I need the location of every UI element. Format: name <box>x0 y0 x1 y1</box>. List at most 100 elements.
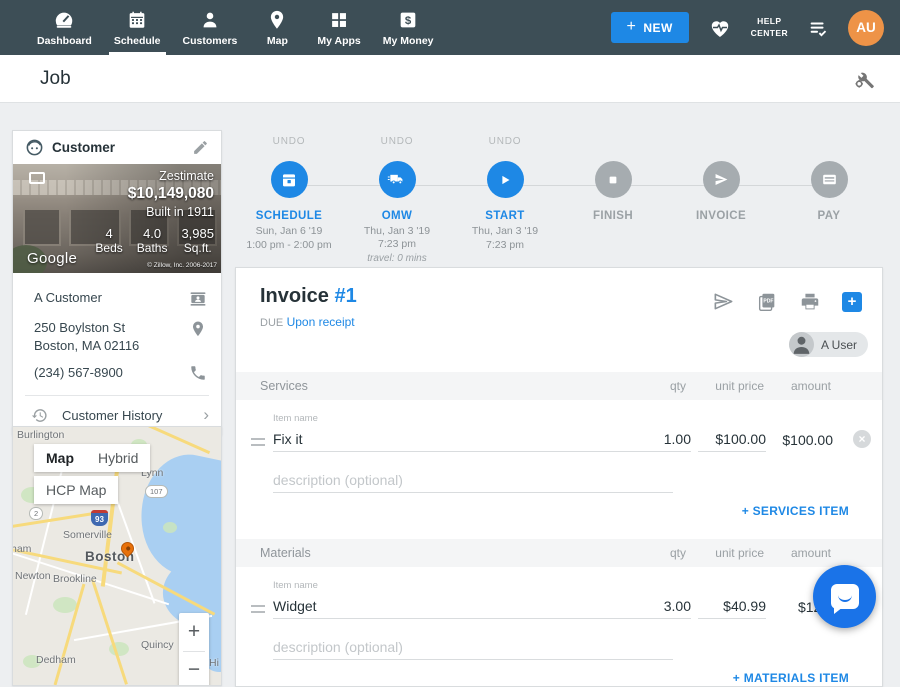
qty-column-header: qty <box>670 379 686 393</box>
invoice-step-label: INVOICE <box>696 210 746 222</box>
services-description-input[interactable] <box>273 467 673 493</box>
customer-name-row: A Customer <box>25 289 209 309</box>
map-zoom-control: + − <box>179 613 209 686</box>
unit-price-column-header: unit price <box>715 379 764 393</box>
built-year: Built in 1911 <box>128 204 214 220</box>
street-view-icon[interactable] <box>29 172 45 184</box>
services-header-label: Services <box>260 379 308 393</box>
nav-my-apps[interactable]: My Apps <box>306 0 371 55</box>
start-step-circle[interactable] <box>487 161 524 198</box>
due-value-link[interactable]: Upon receipt <box>287 315 355 329</box>
route-2-badge: 2 <box>29 507 43 520</box>
finish-step-circle[interactable] <box>595 161 632 198</box>
send-icon[interactable] <box>712 290 735 313</box>
map-label-burlington: Burlington <box>17 429 64 441</box>
zoom-in-button[interactable]: + <box>179 613 209 651</box>
materials-description-input[interactable] <box>273 634 673 660</box>
omw-step-circle[interactable] <box>379 161 416 198</box>
start-date: Thu, Jan 3 '19 <box>472 225 538 239</box>
map-label-dedham: Dedham <box>36 654 76 666</box>
phone-icon[interactable] <box>187 364 209 382</box>
due-label: DUE <box>260 317 283 329</box>
assigned-user-chip[interactable]: A User <box>789 332 868 357</box>
map-card: Burlington Lynn Somerville Boston ham Ne… <box>12 426 222 686</box>
contact-card-icon[interactable] <box>187 289 209 309</box>
property-photo: Zestimate $10,149,080 Built in 1911 4Bed… <box>13 164 221 273</box>
schedule-undo-button[interactable]: UNDO <box>273 136 306 148</box>
materials-drag-handle[interactable] <box>251 605 265 613</box>
edit-pencil-icon[interactable] <box>192 139 209 156</box>
dashboard-icon <box>53 9 75 31</box>
map-type-map-button[interactable]: Map <box>34 444 86 472</box>
schedule-step-circle[interactable] <box>271 161 308 198</box>
customer-card-header: Customer <box>13 131 221 164</box>
route-107-badge: 107 <box>145 485 168 498</box>
step-schedule: UNDO SCHEDULE Sun, Jan 6 '19 1:00 pm - 2… <box>235 136 343 264</box>
pdf-icon[interactable]: PDF <box>756 291 778 313</box>
job-settings-icon[interactable] <box>852 67 876 91</box>
nav-schedule[interactable]: Schedule <box>103 0 172 55</box>
svg-text:PDF: PDF <box>763 298 773 304</box>
map-canvas[interactable]: Burlington Lynn Somerville Boston ham Ne… <box>13 427 221 685</box>
amount-column-header: amount <box>791 546 831 560</box>
customer-face-icon <box>25 138 44 157</box>
schedule-step-label: SCHEDULE <box>256 210 322 222</box>
step-start: UNDO START Thu, Jan 3 '19 7:23 pm <box>451 136 559 264</box>
user-silhouette-icon <box>789 332 814 357</box>
nav-my-money[interactable]: $ My Money <box>372 0 445 55</box>
services-amount: $100.00 <box>753 432 833 448</box>
map-type-hybrid-button[interactable]: Hybrid <box>86 444 150 472</box>
add-services-item-link[interactable]: + SERVICES ITEM <box>742 504 849 518</box>
schedule-time: 1:00 pm - 2:00 pm <box>246 239 331 253</box>
new-button[interactable]: + NEW <box>611 12 689 43</box>
materials-item-name-input[interactable] <box>273 593 673 619</box>
hcp-map-button[interactable]: HCP Map <box>34 476 118 504</box>
start-step-label: START <box>485 210 524 222</box>
customer-phone-row: (234) 567-8900 <box>25 364 209 382</box>
start-undo-button[interactable]: UNDO <box>489 136 522 148</box>
materials-item-name-label: Item name <box>273 580 318 591</box>
add-invoice-button[interactable]: + <box>842 292 862 312</box>
services-section-header: Services qty unit price amount <box>236 372 882 400</box>
page-header: Job <box>0 55 900 103</box>
money-icon: $ <box>397 9 419 31</box>
apps-grid-icon <box>328 9 350 31</box>
services-remove-item-button[interactable]: × <box>853 430 871 448</box>
nav-dashboard-label: Dashboard <box>37 35 92 47</box>
zestimate-label: Zestimate <box>128 168 214 184</box>
map-label-hi: Hi <box>209 657 219 669</box>
zillow-copyright: © Zillow, Inc. 2006-2017 <box>147 262 217 269</box>
customer-card: Customer Zestimate $10,149,080 Built in … <box>12 130 222 435</box>
task-list-icon[interactable] <box>806 17 830 39</box>
invoice-title: Invoice <box>260 285 329 307</box>
nav-my-apps-label: My Apps <box>317 35 360 47</box>
nav-dashboard[interactable]: Dashboard <box>26 0 103 55</box>
location-pin-icon[interactable] <box>187 319 209 354</box>
health-heart-icon[interactable] <box>707 16 733 40</box>
materials-qty-input[interactable] <box>626 593 691 619</box>
print-icon[interactable] <box>799 291 821 313</box>
svg-text:$: $ <box>405 15 412 27</box>
help-center-link[interactable]: HELP CENTER <box>751 16 788 38</box>
pay-step-circle[interactable] <box>811 161 848 198</box>
zestimate-value: $10,149,080 <box>128 184 214 204</box>
baths-value: 4.0 <box>137 226 168 241</box>
zoom-out-button[interactable]: − <box>179 652 209 687</box>
customer-address-row: 250 Boylston St Boston, MA 02116 <box>25 319 209 354</box>
services-drag-handle[interactable] <box>251 438 265 446</box>
chat-support-button[interactable] <box>813 565 876 628</box>
map-route-2 <box>12 512 92 528</box>
map-label-quincy: Quincy <box>141 639 174 651</box>
new-button-label: NEW <box>643 21 673 35</box>
services-qty-input[interactable] <box>626 426 691 452</box>
add-materials-item-link[interactable]: + MATERIALS ITEM <box>733 671 849 685</box>
invoice-number: #1 <box>334 285 356 307</box>
nav-customers[interactable]: Customers <box>172 0 249 55</box>
user-avatar[interactable]: AU <box>848 10 884 46</box>
invoice-step-circle[interactable] <box>703 161 740 198</box>
google-logo: Google <box>27 250 77 267</box>
chat-bubble-icon <box>831 584 859 609</box>
omw-undo-button[interactable]: UNDO <box>381 136 414 148</box>
nav-map[interactable]: Map <box>248 0 306 55</box>
services-item-name-input[interactable] <box>273 426 673 452</box>
